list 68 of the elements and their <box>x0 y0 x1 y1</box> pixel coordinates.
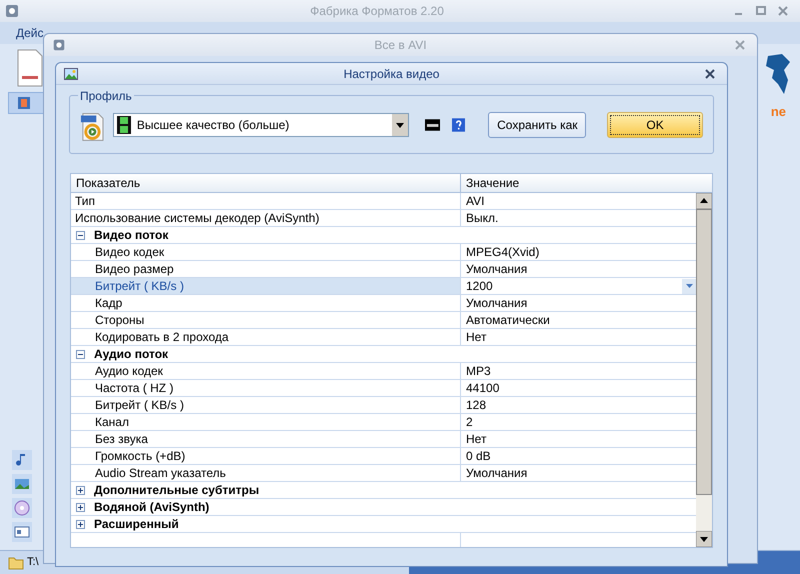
property-value: 0 dB <box>466 448 492 465</box>
category-header[interactable]: Дополнительные субтитры <box>94 481 260 499</box>
close-icon[interactable] <box>705 68 715 78</box>
window-title: Фабрика Форматов 2.20 <box>309 3 445 20</box>
document-icon <box>16 48 44 88</box>
maximize-icon[interactable] <box>756 6 766 16</box>
console-icon[interactable] <box>424 118 440 130</box>
property-name[interactable]: Использование системы декодер (AviSynth) <box>71 210 461 226</box>
avi-file-icon <box>80 112 105 142</box>
property-name[interactable]: Громкость (+dB) <box>71 448 461 464</box>
profile-dropdown[interactable]: Высшее качество (больше) <box>112 112 409 136</box>
logo-text: ne <box>770 103 787 121</box>
property-name[interactable]: Видео размер <box>71 261 461 277</box>
category-header[interactable]: Аудио поток <box>94 345 168 363</box>
column-header[interactable]: Значение <box>461 174 712 192</box>
property-name[interactable]: Тип <box>71 193 461 209</box>
property-name[interactable]: Стороны <box>71 312 461 328</box>
column-header[interactable]: Показатель <box>71 174 461 192</box>
property-name[interactable]: Кодировать в 2 прохода <box>71 329 461 345</box>
property-value: Нет <box>466 329 488 346</box>
scroll-down-icon[interactable] <box>696 531 712 547</box>
scroll-up-icon[interactable] <box>696 193 712 209</box>
property-name[interactable]: Битрейт ( KB/s ) <box>71 397 461 413</box>
property-value: 128 <box>466 397 488 414</box>
scrollbar[interactable] <box>696 193 712 547</box>
help-icon[interactable] <box>452 118 466 132</box>
property-value: Нет <box>466 431 488 448</box>
category-header[interactable]: Видео поток <box>94 226 168 244</box>
status-path: T:\ <box>27 555 40 570</box>
property-value: AVI <box>466 193 486 210</box>
disc-icon[interactable] <box>12 498 32 518</box>
image-icon[interactable] <box>12 474 32 494</box>
dialog-title: Настройка видео <box>342 66 440 82</box>
expand-icon[interactable] <box>77 520 84 528</box>
property-name[interactable]: Без звука <box>71 431 461 447</box>
property-value: MPEG4(Xvid) <box>466 244 540 261</box>
property-name[interactable]: Канал <box>71 414 461 430</box>
picture-icon <box>64 68 78 80</box>
property-name[interactable]: Битрейт ( KB/s ) <box>71 278 461 294</box>
category-header[interactable]: Расширенный <box>94 515 179 533</box>
save-as-button[interactable]: Сохранить как <box>488 112 586 138</box>
property-name[interactable]: Audio Stream указатель <box>71 465 461 481</box>
property-value: Умолчания <box>466 295 528 312</box>
card-icon[interactable] <box>12 522 32 542</box>
property-name[interactable]: Видео кодек <box>71 244 461 260</box>
ok-button[interactable]: OK <box>607 112 703 138</box>
folder-icon <box>8 556 24 570</box>
app-icon <box>4 3 20 19</box>
expand-icon[interactable] <box>77 504 84 510</box>
property-value: Автоматически <box>466 312 551 329</box>
property-value: 2 <box>466 414 474 431</box>
property-value: Выкл. <box>466 210 500 227</box>
window-title: Все в AVI <box>373 37 428 54</box>
property-value: MP3 <box>466 363 492 380</box>
music-icon[interactable] <box>12 450 32 470</box>
property-value: 1200 <box>466 278 494 295</box>
app-icon <box>52 38 66 52</box>
property-name[interactable]: Частота ( HZ ) <box>71 380 461 396</box>
expand-icon[interactable] <box>77 486 84 494</box>
menu-item[interactable]: Дейс <box>16 24 44 42</box>
property-name[interactable]: Аудио кодек <box>71 363 461 379</box>
category-header[interactable]: Водяной (AviSynth) <box>94 498 210 516</box>
property-value: 44100 <box>466 380 500 397</box>
video-icon[interactable] <box>17 96 31 110</box>
property-value: Умолчания <box>466 465 528 482</box>
film-icon <box>116 116 131 134</box>
property-value: Умолчания <box>466 261 528 278</box>
property-name[interactable]: Кадр <box>71 295 461 311</box>
